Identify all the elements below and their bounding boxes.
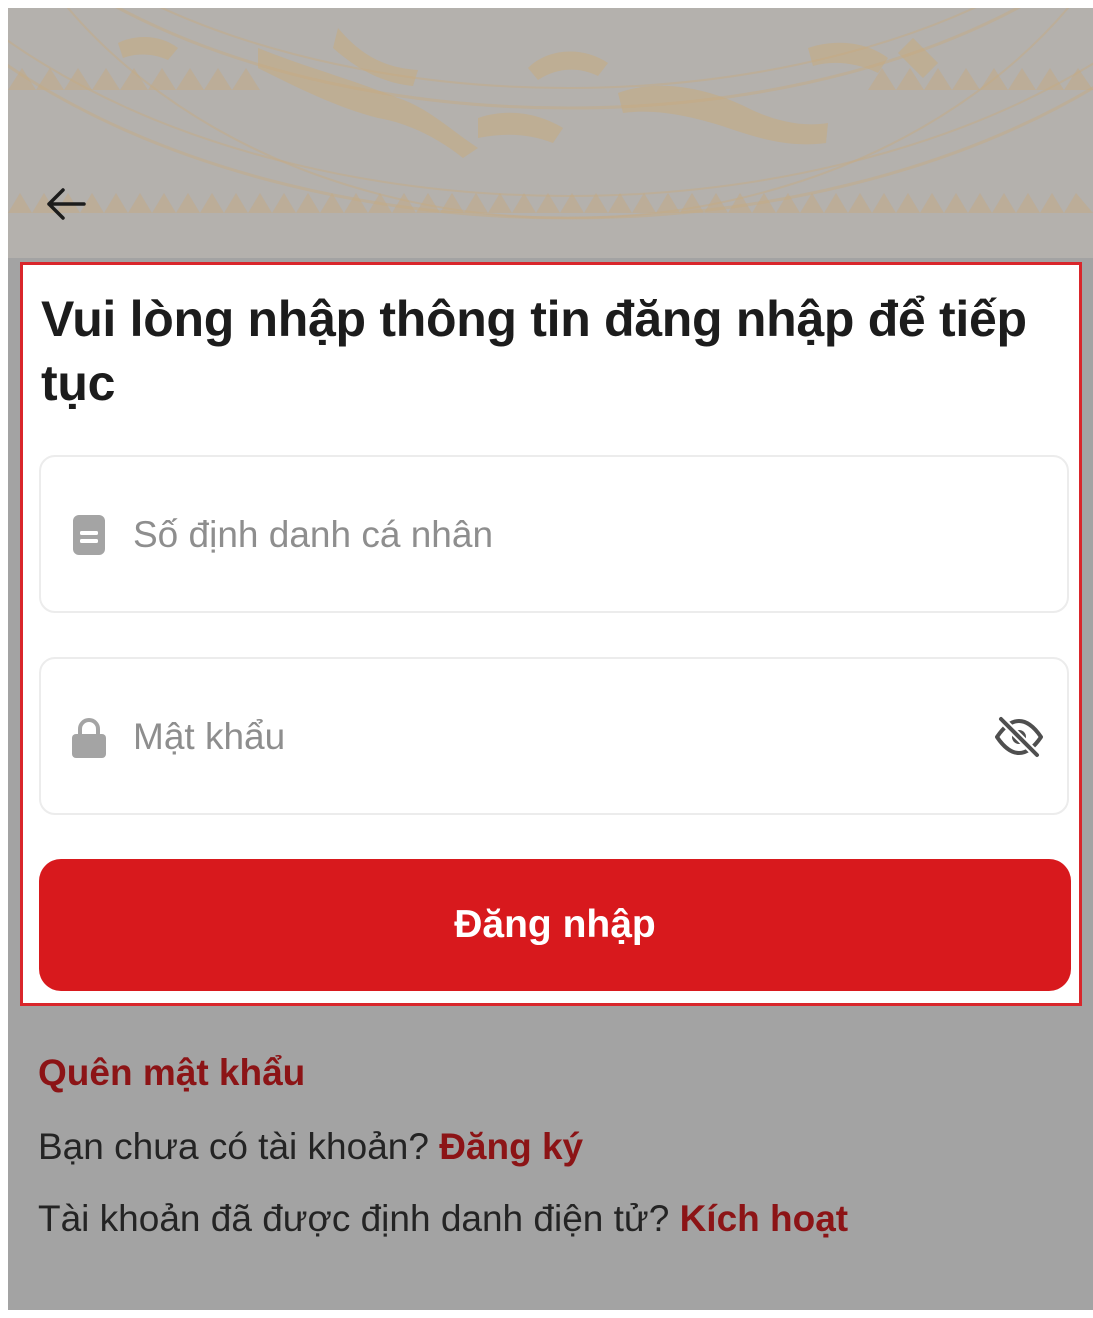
arrow-left-icon [47, 188, 86, 220]
password-field[interactable] [39, 657, 1069, 815]
activate-prompt-text: Tài khoản đã được định danh điện tử? [38, 1198, 670, 1239]
forgot-password-link[interactable]: Quên mật khẩu [38, 1052, 305, 1094]
back-button[interactable] [38, 178, 94, 228]
login-button[interactable]: Đăng nhập [39, 859, 1071, 991]
register-prompt-text: Bạn chưa có tài khoản? [38, 1126, 429, 1167]
register-link[interactable]: Đăng ký [439, 1126, 583, 1167]
activate-link[interactable]: Kích hoạt [680, 1198, 849, 1239]
password-visibility-toggle[interactable] [993, 715, 1045, 759]
login-form-highlight: Vui lòng nhập thông tin đăng nhập để tiế… [20, 262, 1082, 1006]
password-input[interactable] [133, 699, 953, 775]
app-screen: Vui lòng nhập thông tin đăng nhập để tiế… [8, 8, 1093, 1310]
eye-off-icon [995, 715, 1043, 759]
id-number-input[interactable] [133, 497, 953, 573]
id-number-field[interactable] [39, 455, 1069, 613]
drum-pattern-graphic [8, 8, 1093, 258]
register-prompt: Bạn chưa có tài khoản? Đăng ký [38, 1126, 583, 1168]
activate-prompt: Tài khoản đã được định danh điện tử? Kíc… [38, 1198, 848, 1240]
id-card-icon [73, 515, 105, 555]
page-title: Vui lòng nhập thông tin đăng nhập để tiế… [41, 291, 1027, 411]
header-drum-pattern [8, 8, 1093, 258]
lock-icon [72, 718, 106, 758]
